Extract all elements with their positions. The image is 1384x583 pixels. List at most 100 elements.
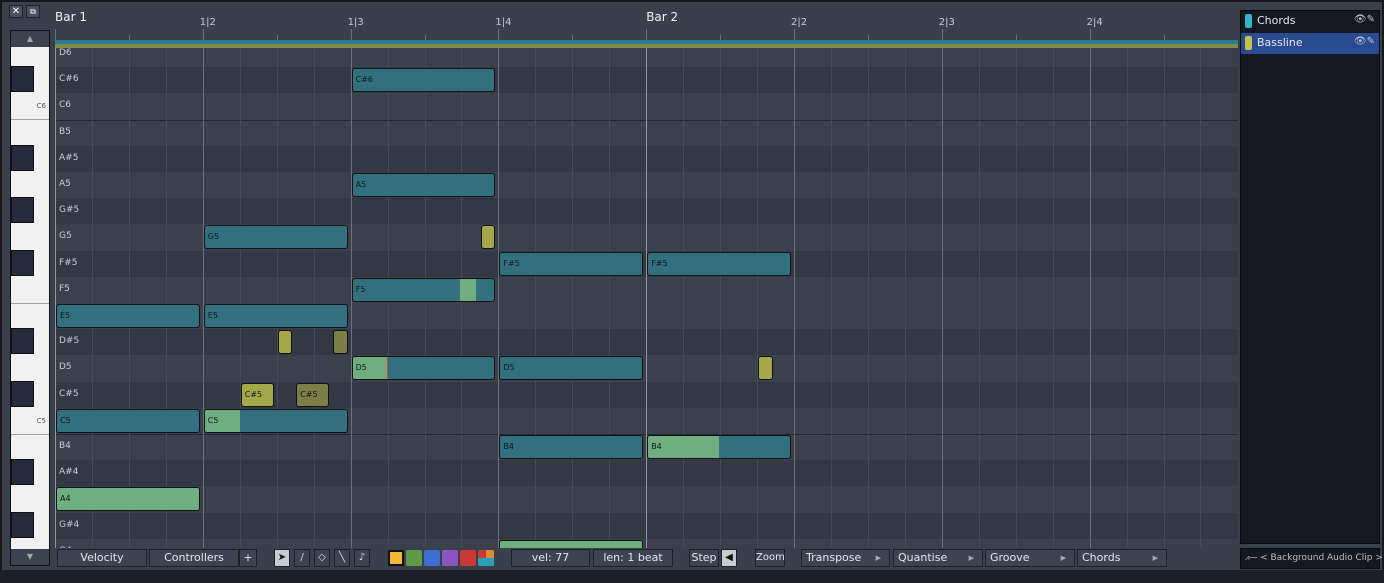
pitch-label: D#5 bbox=[59, 336, 80, 347]
note-label: F#5 bbox=[503, 258, 520, 268]
midi-note[interactable]: C#5 bbox=[240, 382, 274, 407]
zoom-button[interactable]: Zoom bbox=[755, 549, 785, 567]
piano-keyboard[interactable]: ▲ ▼ C6 C5 bbox=[10, 30, 50, 566]
note-label: B4 bbox=[503, 442, 514, 451]
note-label: D5 bbox=[503, 363, 515, 373]
note-label: A5 bbox=[355, 180, 367, 189]
track-chords[interactable]: Chords 👁✎ bbox=[1241, 11, 1379, 32]
note-label: D5 bbox=[355, 363, 367, 373]
pitch-label: D6 bbox=[59, 48, 72, 58]
black-key[interactable] bbox=[11, 511, 34, 538]
midi-note[interactable]: G5 bbox=[203, 225, 348, 250]
grid-line bbox=[609, 41, 611, 548]
midi-note[interactable] bbox=[480, 225, 496, 250]
color-swatch-multi[interactable] bbox=[478, 550, 494, 566]
midi-note[interactable]: G4 bbox=[499, 539, 644, 548]
grid-line bbox=[313, 41, 315, 548]
background-clip-label: < Background Audio Clip > bbox=[1260, 553, 1383, 563]
groove-menu[interactable]: Groove ▶ bbox=[985, 549, 1075, 567]
white-key-divider bbox=[11, 433, 49, 435]
midi-note[interactable]: F#5 bbox=[499, 251, 644, 276]
pencil-tool-icon[interactable]: / bbox=[294, 549, 310, 567]
color-swatch-red[interactable] bbox=[460, 550, 476, 566]
close-icon[interactable]: ✕ bbox=[9, 5, 23, 18]
scroll-up-icon[interactable]: ▲ bbox=[11, 31, 49, 47]
note-grid[interactable]: D6 C#6 C6 B5 A#5 A5 G#5 G5 F#5 F5 E5 D#5 D5 C#5 C5 B4 A#… bbox=[55, 41, 1238, 548]
note-label: E5 bbox=[60, 311, 71, 320]
grid-line bbox=[757, 41, 759, 548]
brush-tool-icon[interactable]: ♪ bbox=[354, 549, 370, 567]
track-name: Bassline bbox=[1257, 36, 1303, 49]
black-key[interactable] bbox=[11, 249, 34, 276]
key-octave-label: C5 bbox=[36, 416, 46, 425]
midi-note[interactable]: D5 bbox=[351, 356, 496, 381]
ruler-label: Bar 1 bbox=[55, 10, 87, 24]
midi-note[interactable]: D5 bbox=[499, 356, 644, 381]
speaker-icon[interactable]: ◀ bbox=[721, 549, 737, 567]
note-label: C#6 bbox=[355, 75, 373, 85]
quantise-menu[interactable]: Quantise ▶ bbox=[893, 549, 983, 567]
white-key-divider bbox=[11, 302, 49, 304]
grid-line bbox=[941, 41, 943, 548]
visibility-edit-icons[interactable]: 👁✎ bbox=[1354, 14, 1375, 25]
black-key[interactable] bbox=[11, 197, 34, 224]
eraser-tool-icon[interactable]: ◇ bbox=[314, 549, 330, 567]
midi-note[interactable]: B4 bbox=[647, 435, 791, 459]
black-key[interactable] bbox=[11, 328, 34, 355]
black-key[interactable] bbox=[11, 66, 34, 93]
transpose-menu[interactable]: Transpose ▶ bbox=[801, 549, 890, 567]
controllers-button[interactable]: Controllers bbox=[149, 549, 239, 567]
note-label: C#5 bbox=[300, 389, 318, 399]
submenu-arrow-icon: ▶ bbox=[1152, 554, 1158, 562]
black-key[interactable] bbox=[11, 459, 34, 486]
transpose-label: Transpose bbox=[806, 551, 862, 564]
background-audio-clip[interactable]: ⩘⁓ < Background Audio Clip > bbox=[1240, 548, 1383, 569]
step-button[interactable]: Step bbox=[689, 549, 719, 567]
grid-line bbox=[1126, 41, 1128, 548]
midi-note[interactable]: A5 bbox=[351, 173, 496, 197]
velocity-button[interactable]: Velocity bbox=[57, 549, 147, 567]
midi-note[interactable]: C5 bbox=[56, 408, 200, 433]
scroll-down-icon[interactable]: ▼ bbox=[11, 549, 49, 565]
restore-icon[interactable]: ⧉ bbox=[26, 5, 40, 18]
midi-note[interactable]: A4 bbox=[56, 487, 200, 512]
note-label: E5 bbox=[207, 311, 218, 320]
midi-note[interactable]: E5 bbox=[56, 304, 200, 328]
midi-note[interactable]: E5 bbox=[203, 304, 348, 328]
midi-note[interactable]: B4 bbox=[499, 435, 644, 459]
grid-line bbox=[498, 41, 500, 548]
black-key[interactable] bbox=[11, 380, 34, 407]
color-swatch-purple[interactable] bbox=[442, 550, 458, 566]
black-key[interactable] bbox=[11, 144, 34, 171]
midi-note[interactable] bbox=[277, 330, 293, 355]
track-list: Chords 👁✎ Bassline 👁✎ bbox=[1240, 10, 1380, 544]
pitch-label: A#5 bbox=[59, 152, 79, 163]
velocity-readout[interactable]: vel: 77 bbox=[511, 549, 590, 567]
length-readout[interactable]: len: 1 beat bbox=[593, 549, 673, 567]
grid-line bbox=[1163, 41, 1165, 548]
window-bottom-edge bbox=[0, 570, 1384, 583]
pitch-label: A#4 bbox=[59, 467, 79, 478]
key-octave-label: C6 bbox=[36, 102, 46, 111]
color-swatch-yellow[interactable] bbox=[388, 550, 404, 566]
color-swatch-blue[interactable] bbox=[424, 550, 440, 566]
midi-note[interactable]: C#5 bbox=[296, 382, 330, 407]
visibility-edit-icons[interactable]: 👁✎ bbox=[1354, 36, 1375, 47]
color-swatch-green[interactable] bbox=[406, 550, 422, 566]
midi-note[interactable]: F#5 bbox=[647, 251, 791, 276]
add-lane-button[interactable]: + bbox=[239, 549, 257, 567]
line-tool-icon[interactable]: ╲ bbox=[334, 549, 350, 567]
midi-note[interactable]: C#6 bbox=[351, 68, 496, 93]
white-key-divider bbox=[11, 119, 49, 121]
midi-note[interactable] bbox=[333, 330, 348, 355]
timeline-ruler[interactable]: Bar 1 1|2 1|3 1|4 Bar 2 2|2 2|3 2|4 bbox=[55, 8, 1238, 41]
pointer-tool-icon[interactable]: ➤ bbox=[274, 549, 290, 567]
grid-line bbox=[794, 41, 795, 548]
quantise-label: Quantise bbox=[898, 551, 948, 564]
midi-note[interactable] bbox=[758, 356, 773, 381]
midi-note[interactable]: F5 bbox=[351, 277, 496, 302]
grid-line bbox=[1052, 41, 1054, 548]
chords-menu[interactable]: Chords ▶ bbox=[1077, 549, 1167, 567]
track-bassline[interactable]: Bassline 👁✎ bbox=[1241, 33, 1379, 54]
midi-note[interactable]: C5 bbox=[203, 408, 348, 433]
